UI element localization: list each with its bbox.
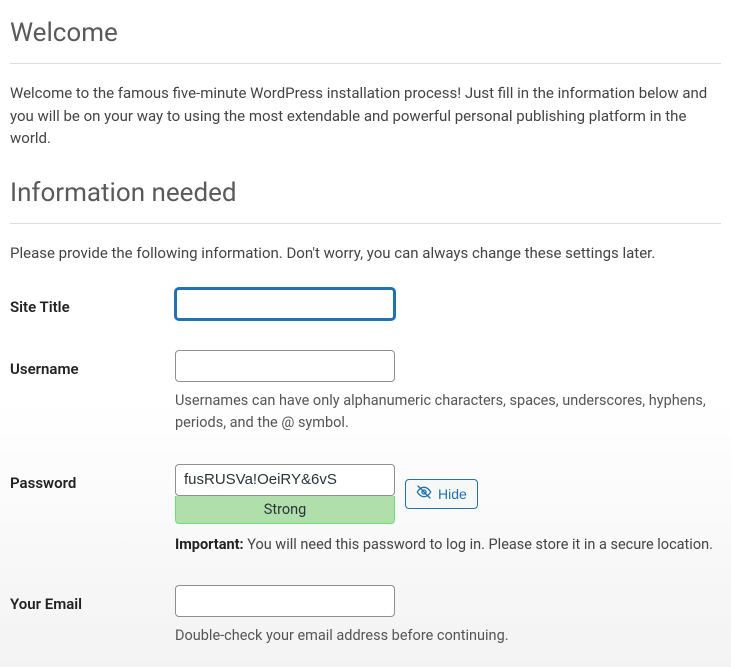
password-strength: Strong bbox=[175, 496, 395, 524]
password-label: Password bbox=[10, 474, 76, 492]
info-heading: Information needed bbox=[10, 174, 721, 213]
username-input[interactable] bbox=[175, 350, 395, 382]
username-label: Username bbox=[10, 360, 79, 378]
username-hint: Usernames can have only alphanumeric cha… bbox=[175, 390, 721, 434]
row-site-title: Site Title bbox=[10, 288, 721, 320]
eye-slash-icon bbox=[416, 484, 432, 503]
welcome-intro: Welcome to the famous five-minute WordPr… bbox=[10, 82, 721, 150]
email-input[interactable] bbox=[175, 585, 395, 617]
divider bbox=[10, 223, 721, 224]
password-input[interactable] bbox=[175, 464, 395, 496]
row-username: Username Usernames can have only alphanu… bbox=[10, 350, 721, 434]
important-text: You will need this password to log in. P… bbox=[244, 536, 713, 553]
site-title-input[interactable] bbox=[175, 288, 395, 320]
site-title-label: Site Title bbox=[10, 298, 70, 316]
email-hint: Double-check your email address before c… bbox=[175, 625, 721, 647]
welcome-heading: Welcome bbox=[10, 14, 721, 53]
hide-password-button[interactable]: Hide bbox=[405, 479, 478, 509]
row-email: Your Email Double-check your email addre… bbox=[10, 585, 721, 647]
hide-button-label: Hide bbox=[438, 486, 467, 502]
row-password: Password Strong Hide Important: You will bbox=[10, 464, 721, 556]
email-label: Your Email bbox=[10, 595, 82, 613]
info-intro: Please provide the following information… bbox=[10, 242, 721, 265]
important-label: Important: bbox=[175, 536, 244, 553]
divider bbox=[10, 63, 721, 64]
password-important-note: Important: You will need this password t… bbox=[175, 534, 721, 556]
